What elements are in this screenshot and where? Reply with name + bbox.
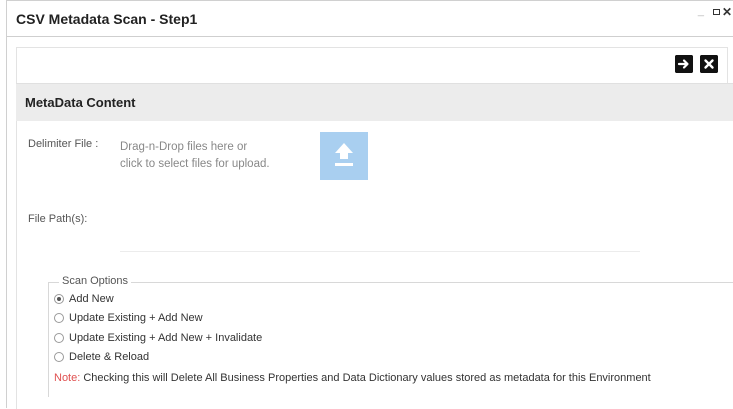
radio-delete-reload[interactable] [54,352,64,362]
upload-button[interactable] [320,132,368,180]
radio-update-existing-add-new[interactable] [54,313,64,323]
radio-add-new[interactable] [54,294,64,304]
file-path-label: File Path(s): [28,213,88,225]
window-close-button[interactable]: ✕ [722,6,732,18]
scan-options-group: Scan Options Add New Update Existing + A… [48,275,733,397]
maximize-button[interactable] [713,9,720,15]
scan-options-legend: Scan Options [59,275,132,287]
window-title: CSV Metadata Scan - Step1 [16,11,198,27]
arrow-right-icon [675,55,693,73]
close-icon [700,55,718,73]
note-text: Checking this will Delete All Business P… [80,372,651,384]
option-label: Update Existing + Add New + Invalidate [69,332,263,344]
radio-update-existing-add-new-invalidate[interactable] [54,333,64,343]
title-bar: CSV Metadata Scan - Step1 _ ✕ [7,1,733,37]
section-title: MetaData Content [25,95,136,110]
option-label: Update Existing + Add New [69,312,203,324]
upload-icon [335,143,353,166]
delimiter-file-label: Delimiter File : [28,138,99,150]
next-button[interactable] [675,55,693,73]
file-path-field[interactable] [120,251,640,252]
file-drop-zone[interactable]: Drag-n-Drop files here or click to selec… [120,139,270,173]
dialog-window: CSV Metadata Scan - Step1 _ ✕ MetaData C… [6,0,733,409]
option-label: Add New [69,293,114,305]
note-prefix: Note: [54,372,81,384]
option-label: Delete & Reload [69,351,150,363]
metadata-content-header: MetaData Content [16,83,733,121]
toolbar [16,47,728,83]
drop-text-line1: Drag-n-Drop files here or [120,141,248,153]
scan-note: Note: Checking this will Delete All Busi… [54,372,651,384]
drop-text-line2: click to select files for upload. [120,158,270,170]
metadata-content-panel: Delimiter File : Drag-n-Drop files here … [16,121,733,409]
close-button[interactable] [700,55,718,73]
minimize-button[interactable]: _ [698,5,704,17]
